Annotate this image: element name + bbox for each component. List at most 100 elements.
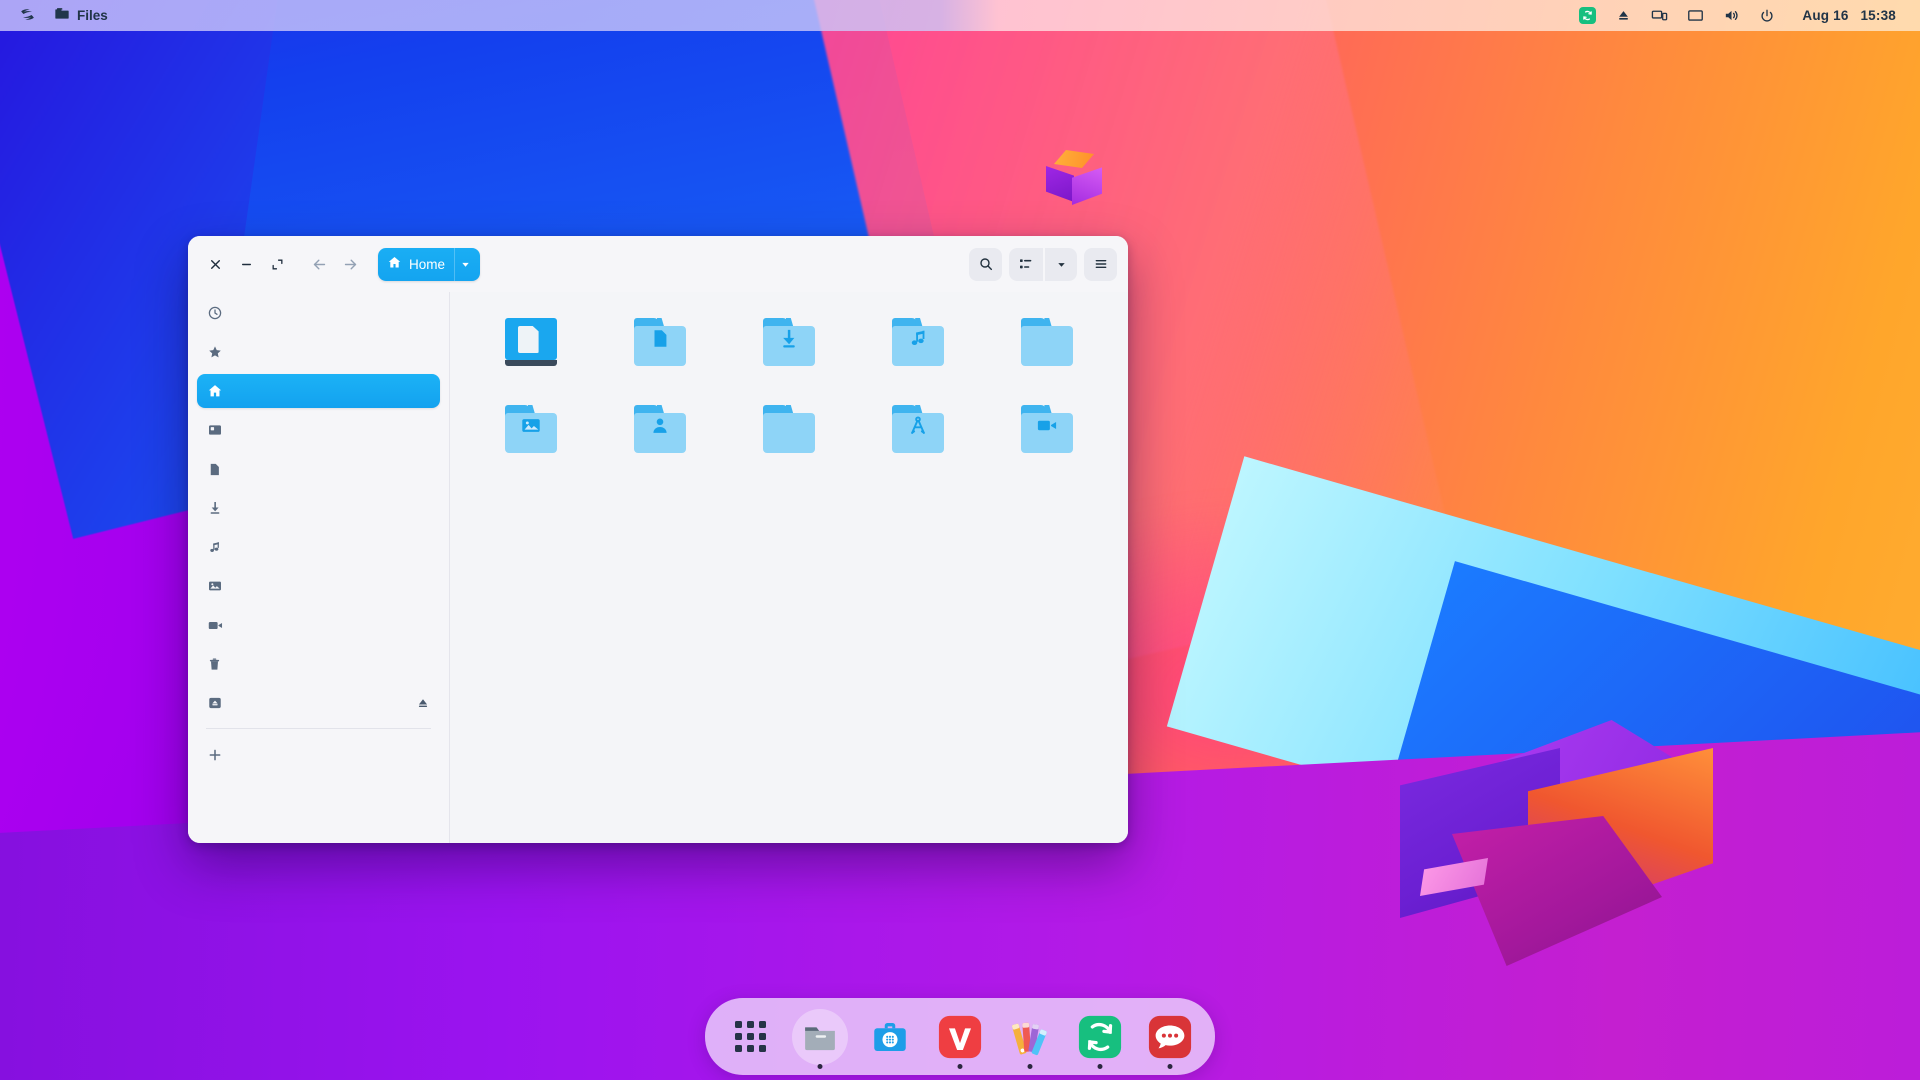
file-item[interactable] bbox=[466, 393, 595, 474]
folder-icon bbox=[762, 318, 815, 366]
file-item[interactable] bbox=[724, 393, 853, 474]
view-mode-group bbox=[1009, 247, 1077, 281]
file-item[interactable] bbox=[854, 306, 983, 387]
window-body bbox=[188, 292, 1128, 843]
sidebar-item-starred[interactable] bbox=[197, 335, 440, 369]
running-indicator bbox=[1097, 1063, 1103, 1069]
clock-time: 15:38 bbox=[1860, 8, 1896, 23]
folder-icon bbox=[1021, 405, 1074, 453]
window-header-bar: Home bbox=[188, 236, 1128, 292]
eject-icon[interactable] bbox=[416, 696, 430, 710]
sidebar-item-other-locations[interactable] bbox=[197, 738, 440, 772]
app-grid-icon bbox=[727, 1014, 773, 1060]
sidebar-item-ankushdas9-outlook-com[interactable] bbox=[197, 686, 440, 720]
sidebar-item-documents[interactable] bbox=[197, 452, 440, 486]
folder-icon bbox=[892, 318, 945, 366]
view-options-dropdown-icon[interactable] bbox=[1045, 247, 1077, 281]
palette-icon bbox=[1007, 1014, 1053, 1060]
home-icon bbox=[387, 255, 402, 273]
forward-arrow-icon[interactable] bbox=[335, 249, 366, 280]
file-grid bbox=[466, 306, 1112, 474]
dock-item-files[interactable] bbox=[791, 1008, 849, 1069]
running-indicator bbox=[817, 1063, 823, 1069]
volume-icon[interactable] bbox=[1714, 0, 1748, 31]
folder-icon bbox=[797, 1014, 843, 1060]
file-item[interactable] bbox=[466, 306, 595, 387]
running-indicator bbox=[1027, 1063, 1033, 1069]
folder-icon bbox=[762, 405, 815, 453]
dock-item-vivaldi[interactable] bbox=[931, 1008, 989, 1069]
dock-item-insync[interactable] bbox=[1071, 1008, 1129, 1069]
person-emblem-icon bbox=[649, 415, 671, 440]
breadcrumb[interactable]: Home bbox=[378, 247, 481, 281]
file-item[interactable] bbox=[724, 306, 853, 387]
dock-item-software[interactable] bbox=[861, 1008, 919, 1066]
sidebar-item-desktop[interactable] bbox=[197, 413, 440, 447]
image-icon bbox=[207, 578, 228, 594]
eject-tray-icon[interactable] bbox=[1606, 0, 1640, 31]
running-indicator bbox=[957, 1063, 963, 1069]
sidebar-divider bbox=[206, 728, 431, 729]
header-toolbar bbox=[969, 247, 1117, 281]
star-icon bbox=[207, 344, 228, 360]
app-indicator-files[interactable]: Files bbox=[45, 0, 117, 31]
app-indicator-label: Files bbox=[77, 8, 108, 23]
file-item[interactable] bbox=[983, 393, 1112, 474]
clock-icon bbox=[207, 305, 228, 321]
folder-icon bbox=[892, 405, 945, 453]
file-item[interactable] bbox=[595, 393, 724, 474]
folder-icon bbox=[54, 6, 70, 25]
dock bbox=[705, 998, 1215, 1075]
sidebar-item-downloads[interactable] bbox=[197, 491, 440, 525]
close-button[interactable] bbox=[200, 249, 231, 280]
sidebar-item-trash[interactable] bbox=[197, 647, 440, 681]
trash-icon bbox=[207, 657, 228, 672]
back-arrow-icon[interactable] bbox=[304, 249, 335, 280]
document-emblem-icon bbox=[649, 328, 671, 353]
maximize-button[interactable] bbox=[262, 249, 293, 280]
search-icon[interactable] bbox=[969, 247, 1002, 281]
home-icon bbox=[207, 383, 228, 399]
wallpaper-large-cube bbox=[1400, 720, 1713, 970]
minimize-button[interactable] bbox=[231, 249, 262, 280]
drive-icon bbox=[207, 695, 228, 711]
dock-item-show-applications[interactable] bbox=[721, 1008, 779, 1066]
sidebar-item-recent[interactable] bbox=[197, 296, 440, 330]
hamburger-menu-icon[interactable] bbox=[1084, 247, 1117, 281]
download-emblem-icon bbox=[777, 327, 800, 353]
display-devices-icon[interactable] bbox=[1642, 0, 1676, 31]
sync-icon bbox=[1077, 1014, 1123, 1060]
zorin-menu-button[interactable] bbox=[10, 0, 45, 31]
clock-date: Aug 16 bbox=[1802, 8, 1849, 23]
breadcrumb-label: Home bbox=[409, 256, 446, 272]
list-view-icon[interactable] bbox=[1009, 247, 1043, 281]
panel-clock[interactable]: Aug 16 15:38 bbox=[1786, 8, 1906, 23]
desktop-folder-icon bbox=[504, 318, 557, 366]
folder-icon bbox=[633, 405, 686, 453]
file-item[interactable] bbox=[595, 306, 724, 387]
insync-tray-icon[interactable] bbox=[1570, 0, 1604, 31]
chevron-down-icon[interactable] bbox=[454, 247, 476, 281]
dock-item-appearance[interactable] bbox=[1001, 1008, 1059, 1069]
video-camera-icon bbox=[207, 617, 228, 634]
plus-icon bbox=[207, 747, 228, 763]
download-icon bbox=[207, 500, 228, 516]
file-item[interactable] bbox=[983, 306, 1112, 387]
sidebar-item-music[interactable] bbox=[197, 530, 440, 564]
desktop-icon bbox=[207, 422, 228, 438]
sidebar-item-home[interactable] bbox=[197, 374, 440, 408]
zorin-logo-icon bbox=[19, 6, 36, 26]
folder-icon bbox=[1021, 318, 1074, 366]
file-grid-area[interactable] bbox=[450, 292, 1128, 843]
sidebar-item-pictures[interactable] bbox=[197, 569, 440, 603]
sync-circular-arrows-icon bbox=[1578, 7, 1596, 24]
music-note-icon bbox=[207, 540, 228, 555]
briefcase-icon bbox=[867, 1014, 913, 1060]
power-icon[interactable] bbox=[1750, 0, 1784, 31]
file-item[interactable] bbox=[854, 393, 983, 474]
file-manager-window: Home bbox=[188, 236, 1128, 843]
running-indicator bbox=[1167, 1063, 1173, 1069]
sidebar-item-videos[interactable] bbox=[197, 608, 440, 642]
screen-icon[interactable] bbox=[1678, 0, 1712, 31]
dock-item-rocketchat[interactable] bbox=[1141, 1008, 1199, 1069]
